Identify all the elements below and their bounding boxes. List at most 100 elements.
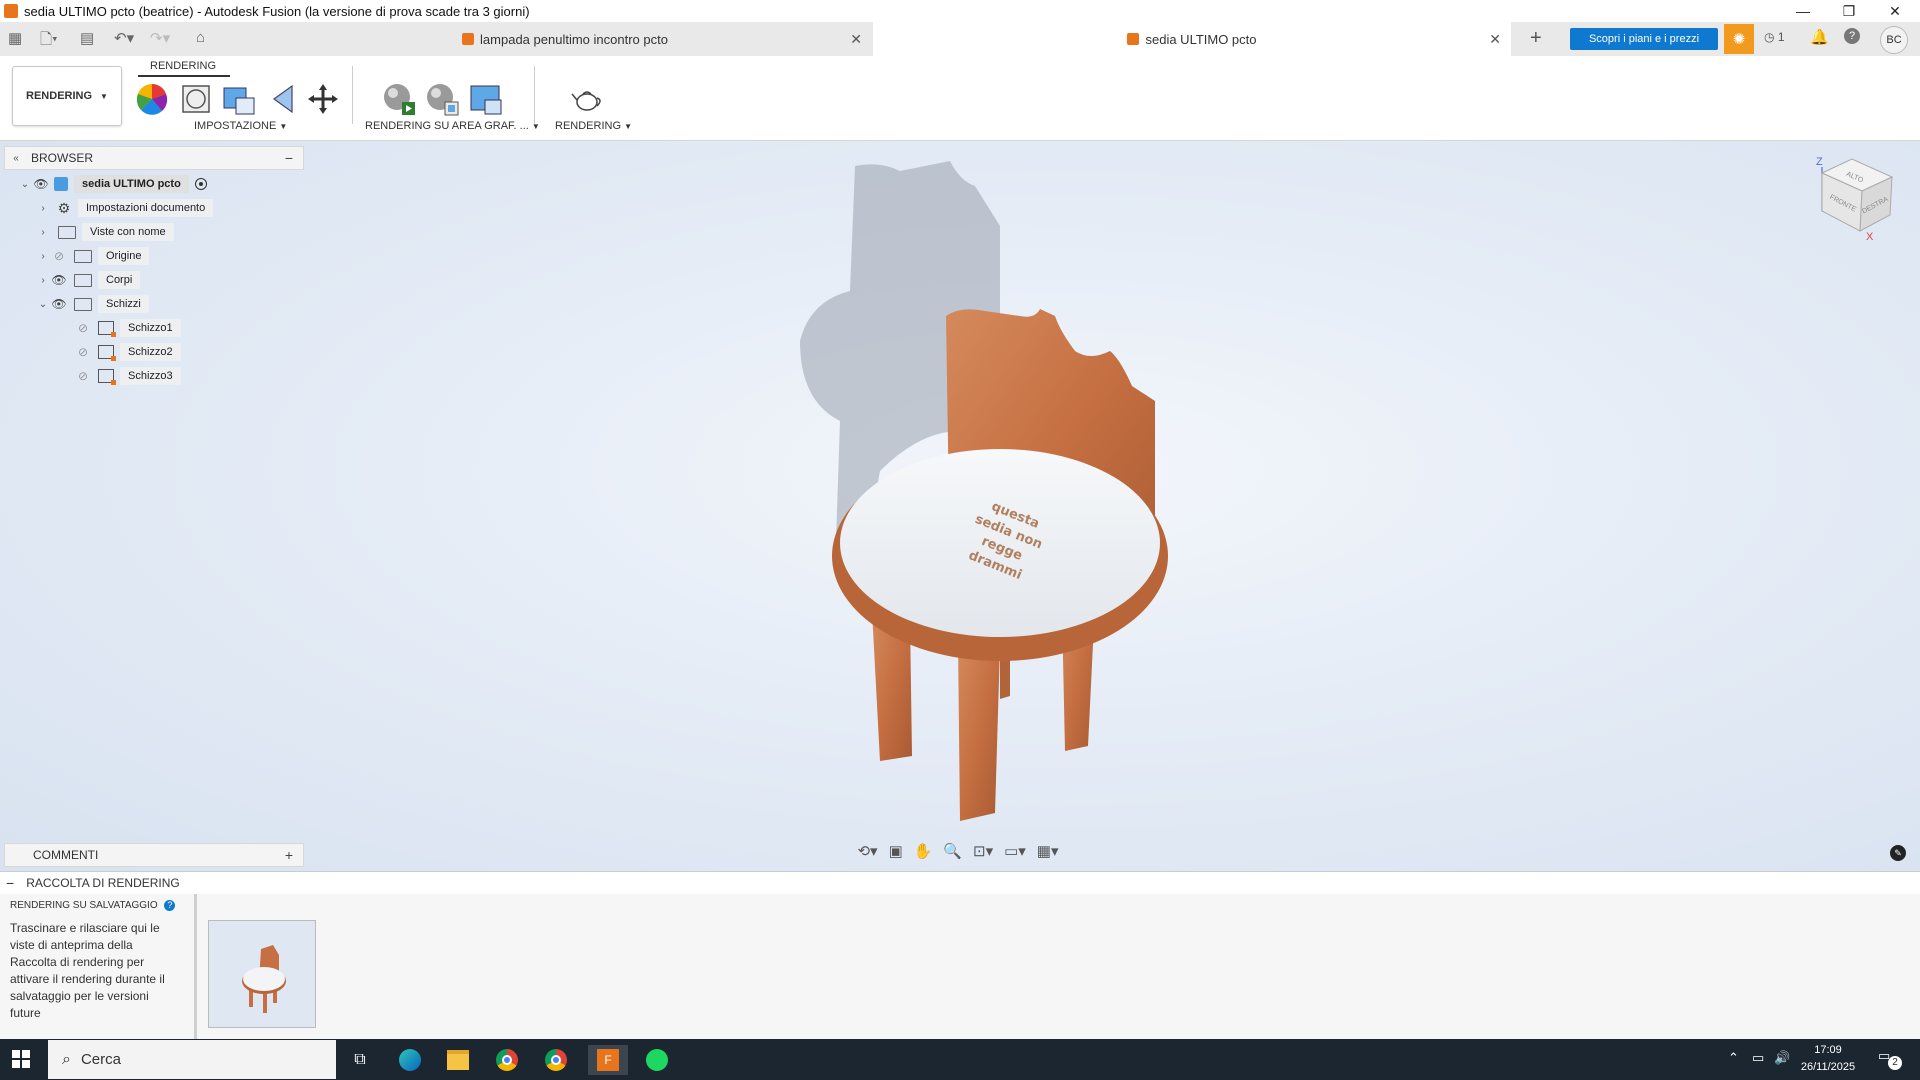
close-window-button[interactable]: ✕ — [1872, 0, 1918, 22]
teapot-render-icon[interactable] — [570, 82, 604, 116]
redo-icon[interactable]: ↷▾ — [150, 29, 170, 47]
chevron-down-icon[interactable]: ⌄ — [18, 179, 32, 190]
eye-hidden-icon[interactable]: ⊘ — [50, 249, 68, 263]
render-gallery-header[interactable]: − RACCOLTA DI RENDERING — [0, 871, 1920, 895]
file-explorer-icon[interactable] — [443, 1045, 473, 1075]
render-thumbnail[interactable] — [208, 920, 316, 1028]
app-grid-icon[interactable]: ▦ — [8, 29, 22, 47]
windows-start-icon[interactable] — [12, 1050, 30, 1071]
tree-item-bodies[interactable]: › 👁 Corpi — [36, 269, 141, 291]
tree-item-origin[interactable]: › ⊘ Origine — [36, 245, 150, 267]
account-status-icon[interactable]: ✎ — [1890, 845, 1906, 861]
workspace-selector[interactable]: RENDERING ▼ — [12, 66, 122, 126]
close-tab-icon[interactable]: ✕ — [850, 31, 862, 48]
orbit-icon[interactable]: ⟲▾ — [857, 842, 877, 860]
pan-icon[interactable]: ✋ — [914, 842, 933, 860]
tree-item-named-views[interactable]: › Viste con nome — [36, 221, 174, 243]
gallery-title: RACCOLTA DI RENDERING — [26, 876, 180, 890]
graphics-canvas[interactable]: questa sedia non regge drammi ALTO FRONT… — [0, 141, 1920, 871]
eye-icon[interactable]: 👁 — [32, 177, 50, 191]
tray-chevron-up-icon[interactable]: ⌃ — [1728, 1050, 1739, 1066]
chrome-icon[interactable] — [492, 1045, 522, 1075]
new-tab-icon[interactable]: + — [1530, 27, 1542, 50]
tree-item-sketch[interactable]: ⊘ Schizzo1 — [74, 317, 181, 339]
eye-hidden-icon[interactable]: ⊘ — [74, 345, 92, 359]
info-icon[interactable]: ? — [164, 900, 176, 911]
tree-item-sketch[interactable]: ⊘ Schizzo3 — [74, 365, 181, 387]
minimize-button[interactable]: — — [1780, 0, 1826, 22]
close-tab-icon[interactable]: ✕ — [1489, 31, 1501, 48]
physical-material-icon[interactable] — [179, 82, 213, 116]
network-icon[interactable]: ▭ — [1752, 1050, 1764, 1066]
capture-image-icon[interactable] — [469, 82, 503, 116]
search-icon: ⌕ — [62, 1050, 71, 1068]
tree-item-sketches[interactable]: ⌄ 👁 Schizzi — [36, 293, 149, 315]
grid-icon[interactable]: ▦▾ — [1037, 842, 1059, 860]
edge-icon[interactable] — [395, 1045, 425, 1075]
window-title: sedia ULTIMO pcto (beatrice) - Autodesk … — [24, 3, 530, 19]
fit-icon[interactable]: ⊡▾ — [973, 842, 993, 860]
help-icon[interactable]: ? — [1844, 28, 1860, 44]
in-canvas-render-settings-icon[interactable] — [425, 82, 459, 116]
tree-root[interactable]: ⌄ 👁 sedia ULTIMO pcto — [18, 173, 207, 195]
in-canvas-render-icon[interactable] — [382, 82, 416, 116]
plans-pricing-button[interactable]: Scopri i piani e i prezzi — [1570, 28, 1718, 50]
add-comment-icon[interactable]: + — [285, 847, 293, 863]
task-view-icon[interactable]: ⧉ — [345, 1045, 375, 1075]
tab-sedia[interactable]: sedia ULTIMO pcto ✕ — [873, 22, 1511, 56]
chevron-right-icon[interactable]: › — [36, 275, 50, 286]
fusion-logo-icon — [4, 4, 18, 18]
chair-leg — [958, 641, 1000, 821]
axis-x-label: X — [1866, 231, 1874, 243]
avatar[interactable]: BC — [1880, 26, 1908, 54]
chevron-down-icon[interactable]: ⌄ — [36, 299, 50, 310]
notification-center-icon[interactable]: ▭ 2 — [1878, 1048, 1902, 1070]
browser-header[interactable]: « BROWSER − — [4, 146, 304, 170]
save-icon[interactable]: ▤ — [80, 29, 94, 47]
eye-hidden-icon[interactable]: ⊘ — [74, 369, 92, 383]
time: 17:09 — [1814, 1044, 1842, 1056]
move-icon[interactable] — [306, 82, 340, 116]
collapse-panel-icon[interactable]: « — [5, 153, 27, 164]
comments-panel[interactable]: COMMENTI + — [4, 843, 304, 867]
notifications-icon[interactable]: 🔔 — [1810, 28, 1829, 46]
eye-icon[interactable]: 👁 — [50, 273, 68, 287]
taskbar-search[interactable]: ⌕ Cerca — [48, 1040, 336, 1079]
viewcube[interactable]: ALTO FRONTE DESTRA Z X — [1808, 155, 1896, 251]
tab-rendering[interactable]: RENDERING — [150, 60, 216, 72]
job-status[interactable]: ◷ 1 — [1764, 30, 1785, 44]
minimize-panel-icon[interactable]: − — [285, 150, 293, 166]
root-label: sedia ULTIMO pcto — [74, 175, 189, 193]
collapse-gallery-icon[interactable]: − — [6, 875, 14, 891]
chevron-right-icon[interactable]: › — [36, 251, 50, 262]
tree-item-sketch[interactable]: ⊘ Schizzo2 — [74, 341, 181, 363]
workspace-label: RENDERING — [26, 90, 93, 102]
in-canvas-label: RENDERING SU AREA GRAF. ... — [365, 120, 529, 132]
taskbar-clock[interactable]: 17:09 26/11/2025 — [1788, 1042, 1868, 1076]
appearance-icon[interactable] — [135, 82, 169, 116]
look-at-icon[interactable]: ▣ — [889, 842, 903, 860]
spotify-icon[interactable] — [642, 1045, 672, 1075]
eye-hidden-icon[interactable]: ⊘ — [74, 321, 92, 335]
render-label: RENDERING — [555, 120, 622, 132]
setup-group-label[interactable]: IMPOSTAZIONE ▼ — [194, 120, 287, 132]
file-menu-icon[interactable]: 🗋▾ — [40, 29, 58, 54]
eye-icon[interactable]: 👁 — [50, 297, 68, 311]
chrome-icon[interactable] — [541, 1045, 571, 1075]
home-icon[interactable]: ⌂ — [196, 29, 205, 46]
undo-icon[interactable]: ↶▾ — [114, 29, 134, 47]
render-group-label[interactable]: RENDERING ▼ — [555, 120, 632, 132]
display-settings-icon[interactable]: ▭▾ — [1004, 842, 1026, 860]
tab-lampada[interactable]: lampada penultimo incontro pcto ✕ — [258, 22, 872, 56]
scene-settings-icon[interactable] — [222, 82, 256, 116]
extensions-icon[interactable]: ✺ — [1724, 24, 1754, 54]
tree-item-document-settings[interactable]: › ⚙ Impostazioni documento — [36, 197, 214, 219]
texture-map-icon[interactable] — [266, 82, 300, 116]
fusion-taskbar-icon[interactable]: F — [588, 1045, 628, 1075]
zoom-icon[interactable]: 🔍 — [943, 842, 962, 860]
chevron-right-icon[interactable]: › — [36, 227, 50, 238]
chevron-right-icon[interactable]: › — [36, 203, 50, 214]
maximize-button[interactable]: ❐ — [1826, 0, 1872, 22]
activate-radio-icon[interactable] — [194, 178, 207, 190]
in-canvas-group-label[interactable]: RENDERING SU AREA GRAF. ... ▼ — [365, 120, 540, 132]
